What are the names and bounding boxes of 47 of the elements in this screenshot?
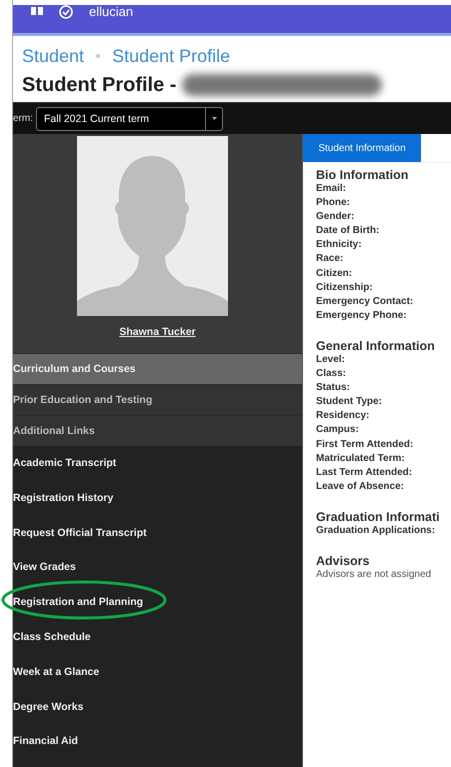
breadcrumb-separator [96,54,100,58]
section-heading: General Information [316,338,436,353]
field-label: Citizenship: [316,280,374,295]
section-heading: Graduation Informati [316,510,441,524]
page-title: Student Profile - [22,74,176,96]
field-label: Ethnicity: [316,238,363,252]
sidebar-link[interactable]: Week at a Glance [13,666,100,678]
field-label: Campus: [316,423,360,438]
field-label: Status: [316,381,351,396]
field-label: Emergency Contact: [316,294,414,309]
section-header[interactable]: Prior Education and Testing [13,384,302,415]
brand-name: ellucian [89,5,134,19]
student-name-link[interactable]: Shawna Tucker [119,326,196,338]
term-dropdown[interactable]: Fall 2021 Current term [36,106,223,130]
section-heading: Bio Information [316,168,410,182]
section-header[interactable]: Curriculum and Courses [13,353,302,384]
field-label: Leave of Absence: [316,480,405,494]
field-label: Class: [316,367,348,382]
field-label: Matriculated Term: [316,452,406,466]
field-label: Citizen: [316,266,354,281]
field-label: Last Term Attended: [316,466,414,480]
sidebar-link[interactable]: View Grades [13,561,76,574]
menu-icon[interactable] [31,7,43,15]
field-label: Residency: [316,409,370,424]
field-label: Phone: [316,196,351,210]
sidebar-link[interactable]: Degree Works [13,700,84,713]
field-label: Graduation Applications: [316,524,436,538]
field-label: Student Type: [316,395,383,410]
term-label: erm: [13,113,33,124]
sidebar-link[interactable]: Academic Transcript [13,457,116,469]
caret-icon [212,117,216,120]
info-note: Advisors are not assigned [316,568,432,581]
field-label: Email: [316,182,348,196]
field-label: Race: [316,252,344,266]
tab[interactable]: Student Information [303,134,421,162]
logo-icon [59,5,73,19]
field-label: Date of Birth: [316,224,380,238]
sidebar-link[interactable]: Registration History [13,492,114,504]
sidebar-link[interactable]: Request Official Transcript [13,526,147,539]
section-header[interactable]: Additional Links [13,415,302,446]
field-label: First Term Attended: [316,438,414,452]
field-label: Level: [316,352,346,367]
field-label: Gender: [316,210,356,224]
sidebar-link[interactable]: Financial Aid [13,735,78,748]
sidebar-link[interactable]: Class Schedule [13,630,91,643]
field-label: Emergency Phone: [316,308,408,323]
section-heading: Advisors [316,554,370,568]
